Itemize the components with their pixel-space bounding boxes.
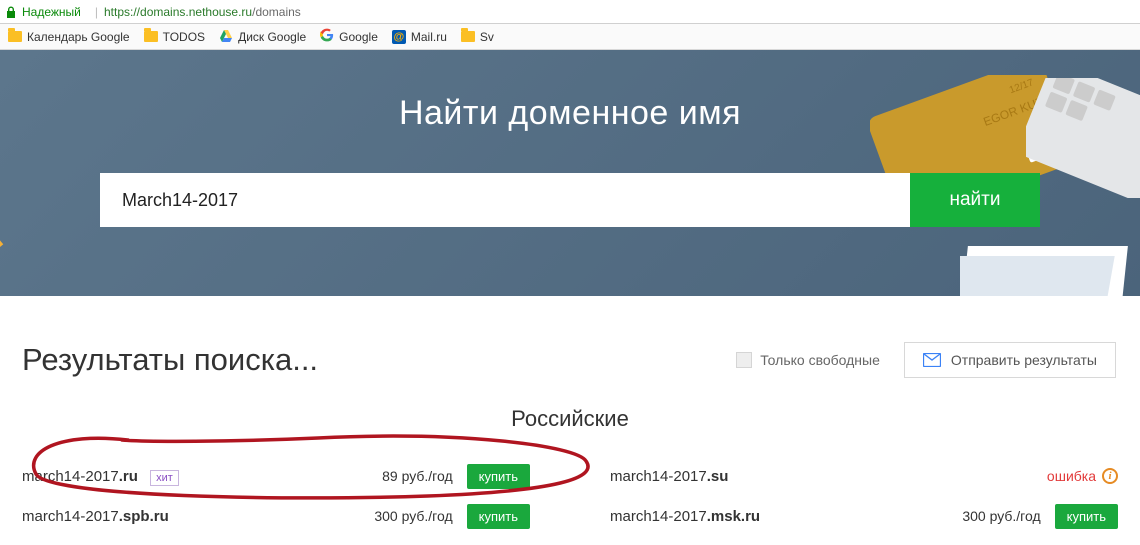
mailru-icon: @ [392, 30, 406, 44]
folder-icon [144, 31, 158, 42]
bookmark-label: Календарь Google [27, 30, 130, 44]
hero: EGOR KUZNETSOV 12/17 VISA Найти доменное… [0, 50, 1140, 296]
bookmark-label: Mail.ru [411, 30, 447, 44]
buy-button[interactable]: купить [467, 464, 530, 489]
hero-title: Найти доменное имя [0, 50, 1140, 133]
domain-name: march14-2017.su [610, 468, 1047, 485]
gdrive-icon [219, 30, 233, 43]
bookmark-item[interactable]: Sv [461, 30, 494, 44]
only-free-label: Только свободные [760, 352, 880, 368]
send-results-label: Отправить результаты [951, 352, 1097, 368]
domain-search-input[interactable] [100, 173, 910, 227]
bookmark-label: Диск Google [238, 30, 306, 44]
domain-name: march14-2017.spb.ru [22, 508, 374, 525]
results-grid: march14-2017.ru хит 89 руб./год купить m… [0, 456, 1140, 536]
mail-icon [923, 353, 941, 367]
url-path: /domains [252, 5, 301, 19]
domain-row: march14-2017.ru хит 89 руб./год купить [22, 456, 530, 496]
info-icon[interactable]: i [1102, 468, 1118, 484]
results-col-right: march14-2017.su ошибка i march14-2017.ms… [610, 456, 1118, 536]
bookmark-item[interactable]: Календарь Google [8, 30, 130, 44]
papers-decorative [960, 226, 1140, 296]
buy-button[interactable]: купить [1055, 504, 1118, 529]
category-title: Российские [0, 406, 1140, 432]
checkbox-box[interactable] [736, 352, 752, 368]
folder-icon [8, 31, 22, 42]
domain-name: march14-2017.ru хит [22, 468, 382, 485]
domain-name: march14-2017.msk.ru [610, 508, 962, 525]
bookmarks-bar: Календарь Google TODOS Диск Google Googl… [0, 24, 1140, 50]
buy-button[interactable]: купить [467, 504, 530, 529]
results-heading: Результаты поиска... [22, 342, 318, 378]
hit-badge: хит [150, 470, 179, 486]
url-display[interactable]: https://domains.nethouse.ru/domains [104, 5, 301, 19]
bookmark-item[interactable]: Диск Google [219, 30, 306, 44]
bookmark-item[interactable]: Google [320, 28, 378, 45]
error-label: ошибка [1047, 468, 1096, 484]
url-scheme: https:// [104, 5, 140, 19]
lock-icon [6, 6, 18, 18]
bookmark-item[interactable]: TODOS [144, 30, 205, 44]
trusted-label: Надежный [22, 5, 81, 19]
url-host: domains.nethouse.ru [140, 5, 252, 19]
send-results-button[interactable]: Отправить результаты [904, 342, 1116, 378]
domain-price: 300 руб./год [374, 508, 452, 524]
separator: | [95, 5, 98, 19]
only-free-checkbox[interactable]: Только свободные [736, 352, 880, 368]
domain-row: march14-2017.su ошибка i [610, 456, 1118, 496]
bookmark-item[interactable]: @ Mail.ru [392, 30, 447, 44]
search-button[interactable]: найти [910, 173, 1040, 227]
results-header: Результаты поиска... Только свободные От… [0, 296, 1140, 388]
bookmark-label: Sv [480, 30, 494, 44]
domain-price: 300 руб./год [962, 508, 1040, 524]
domain-price: 89 руб./год [382, 468, 453, 484]
domain-row: march14-2017.msk.ru 300 руб./год купить [610, 496, 1118, 536]
folder-icon [461, 31, 475, 42]
google-icon [320, 28, 334, 45]
bookmark-label: TODOS [163, 30, 205, 44]
domain-row: march14-2017.spb.ru 300 руб./год купить [22, 496, 530, 536]
bookmark-label: Google [339, 30, 378, 44]
results-col-left: march14-2017.ru хит 89 руб./год купить m… [22, 456, 530, 536]
search-row: найти [100, 173, 1040, 227]
browser-address-bar: Надежный | https://domains.nethouse.ru/d… [0, 0, 1140, 24]
